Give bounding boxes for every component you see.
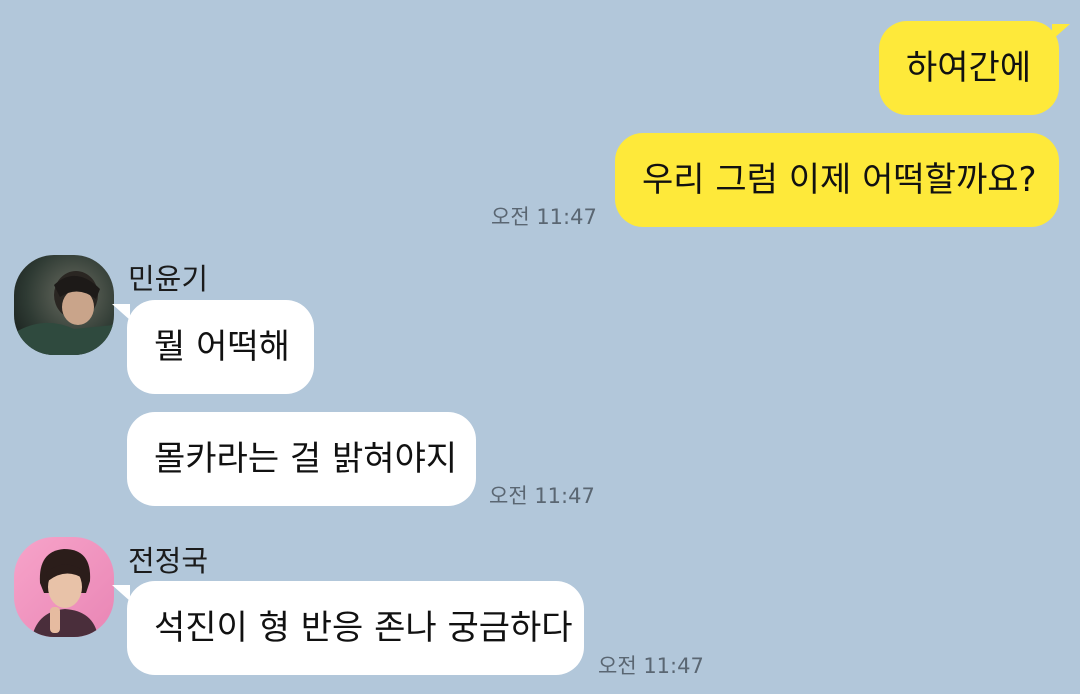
message-timestamp: 오전 11:47 [598,654,704,678]
message-bubble-mine[interactable]: 우리 그럼 이제 어떡할까요? [615,133,1059,227]
message-bubble-theirs[interactable]: 뭘 어떡해 [127,300,314,394]
message-text: 하여간에 [906,48,1032,88]
message-text: 석진이 형 반응 존나 궁금하다 [154,608,573,648]
message-timestamp: 오전 11:47 [491,205,597,229]
message-bubble-mine[interactable]: 하여간에 [879,21,1059,115]
bubble-tail [1052,24,1070,40]
message-text: 우리 그럼 이제 어떡할까요? [642,160,1037,200]
message-bubble-theirs[interactable]: 몰카라는 걸 밝혀야지 [127,412,476,506]
profile-photo-dark [14,255,114,355]
bubble-tail [112,304,130,320]
sender-name: 전정국 [128,544,209,578]
message-text: 뭘 어떡해 [154,327,290,367]
avatar[interactable] [14,255,114,355]
sender-name: 민윤기 [128,262,209,296]
message-text: 몰카라는 걸 밝혀야지 [154,439,458,479]
message-bubble-theirs[interactable]: 석진이 형 반응 존나 궁금하다 [127,581,584,675]
bubble-tail [112,585,130,601]
profile-photo-pink [14,537,114,637]
avatar[interactable] [14,537,114,637]
message-timestamp: 오전 11:47 [489,484,595,508]
